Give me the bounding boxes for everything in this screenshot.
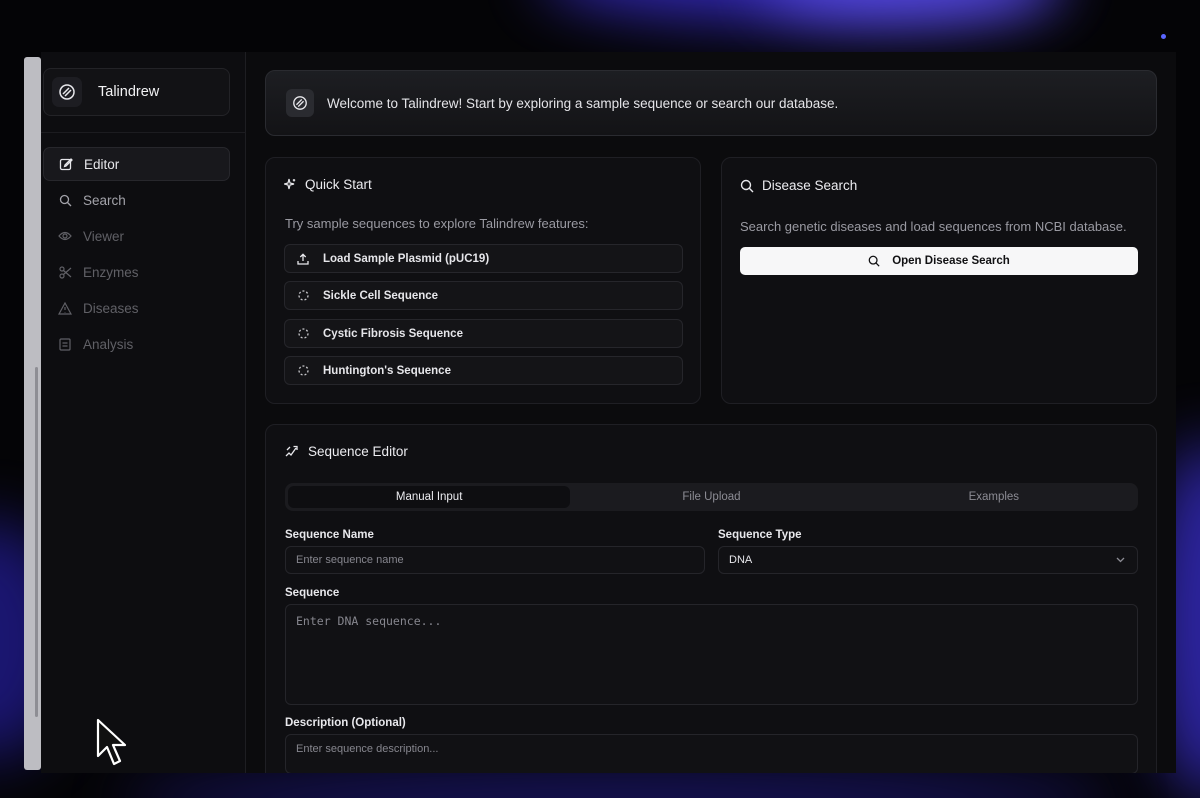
sequence-name-input[interactable]: Enter sequence name <box>285 546 705 574</box>
tab-manual-input[interactable]: Manual Input <box>288 486 571 508</box>
edit-icon <box>58 156 74 172</box>
sidebar-item-search[interactable]: Search <box>43 183 230 217</box>
card-title: Quick Start <box>284 177 372 192</box>
sidebar-item-label: Editor <box>84 156 120 172</box>
sequence-label: Sequence <box>285 587 340 599</box>
placeholder: Enter sequence description... <box>296 743 439 755</box>
cystic-fibrosis-button[interactable]: Cystic Fibrosis Sequence <box>284 319 683 348</box>
huntingtons-button[interactable]: Huntington's Sequence <box>284 356 683 385</box>
loader-icon <box>295 290 311 301</box>
scissors-icon <box>57 264 73 280</box>
placeholder: Enter DNA sequence... <box>296 614 442 628</box>
sidebar-item-analysis[interactable]: Analysis <box>43 327 230 361</box>
sidebar-nav: Editor Search Viewer Enzymes Diseases An… <box>43 147 230 363</box>
sickle-cell-button[interactable]: Sickle Cell Sequence <box>284 281 683 310</box>
sequence-name-label: Sequence Name <box>285 529 374 541</box>
sidebar-item-label: Diseases <box>83 300 139 316</box>
description-label: Description (Optional) <box>285 717 406 729</box>
quick-start-description: Try sample sequences to explore Talindre… <box>285 216 589 231</box>
mouse-cursor-icon <box>96 718 128 773</box>
loader-icon <box>295 328 311 339</box>
search-icon <box>868 255 880 267</box>
welcome-banner: Welcome to Talindrew! Start by exploring… <box>265 70 1157 136</box>
sidebar-item-viewer[interactable]: Viewer <box>43 219 230 253</box>
open-disease-search-button[interactable]: Open Disease Search <box>740 247 1138 275</box>
disease-search-card: Disease Search Search genetic diseases a… <box>721 157 1157 404</box>
tab-file-upload[interactable]: File Upload <box>570 486 852 508</box>
sidebar-item-enzymes[interactable]: Enzymes <box>43 255 230 289</box>
sequence-type-select[interactable]: DNA <box>718 546 1138 574</box>
sidebar-item-label: Enzymes <box>83 264 139 280</box>
card-title: Disease Search <box>740 178 857 193</box>
sequence-textarea[interactable]: Enter DNA sequence... <box>285 604 1138 705</box>
main-content: Welcome to Talindrew! Start by exploring… <box>265 70 1157 773</box>
sequence-editor-card: Sequence Editor Manual Input File Upload… <box>265 424 1157 773</box>
sequence-type-label: Sequence Type <box>718 529 802 541</box>
upload-icon <box>295 252 311 265</box>
app-name: Talindrew <box>98 84 160 100</box>
brand[interactable]: Talindrew <box>43 68 230 116</box>
tab-examples[interactable]: Examples <box>853 486 1135 508</box>
selected-value: DNA <box>729 554 753 566</box>
eye-icon <box>57 228 73 244</box>
search-icon <box>740 179 754 193</box>
placeholder: Enter sequence name <box>296 554 404 566</box>
sidebar-item-label: Viewer <box>83 228 125 244</box>
logo-icon <box>286 89 314 117</box>
description-textarea[interactable]: Enter sequence description... <box>285 734 1138 773</box>
disease-search-description: Search genetic diseases and load sequenc… <box>740 219 1127 234</box>
sidebar-item-diseases[interactable]: Diseases <box>43 291 230 325</box>
editor-tabs: Manual Input File Upload Examples <box>285 483 1138 511</box>
sidebar: Talindrew Editor Search Viewer Enzymes D… <box>41 52 246 773</box>
scrollbar[interactable] <box>24 57 41 770</box>
activity-icon <box>285 445 300 458</box>
sidebar-item-label: Analysis <box>83 336 134 352</box>
welcome-text: Welcome to Talindrew! Start by exploring… <box>327 95 839 111</box>
search-icon <box>57 192 73 208</box>
chevron-down-icon <box>1116 554 1125 566</box>
sparkles-icon <box>284 178 297 191</box>
scrollbar-thumb[interactable] <box>35 367 38 717</box>
load-sample-plasmid-button[interactable]: Load Sample Plasmid (pUC19) <box>284 244 683 273</box>
sidebar-item-editor[interactable]: Editor <box>43 147 230 181</box>
status-dot <box>1161 34 1166 39</box>
warning-icon <box>57 300 73 316</box>
quick-start-card: Quick Start Try sample sequences to expl… <box>265 157 701 404</box>
logo-icon <box>52 77 82 107</box>
loader-icon <box>295 365 311 376</box>
sidebar-item-label: Search <box>83 192 126 208</box>
clipboard-icon <box>57 336 73 352</box>
divider <box>41 132 246 133</box>
app-window: Talindrew Editor Search Viewer Enzymes D… <box>41 52 1176 773</box>
card-title: Sequence Editor <box>285 444 408 459</box>
